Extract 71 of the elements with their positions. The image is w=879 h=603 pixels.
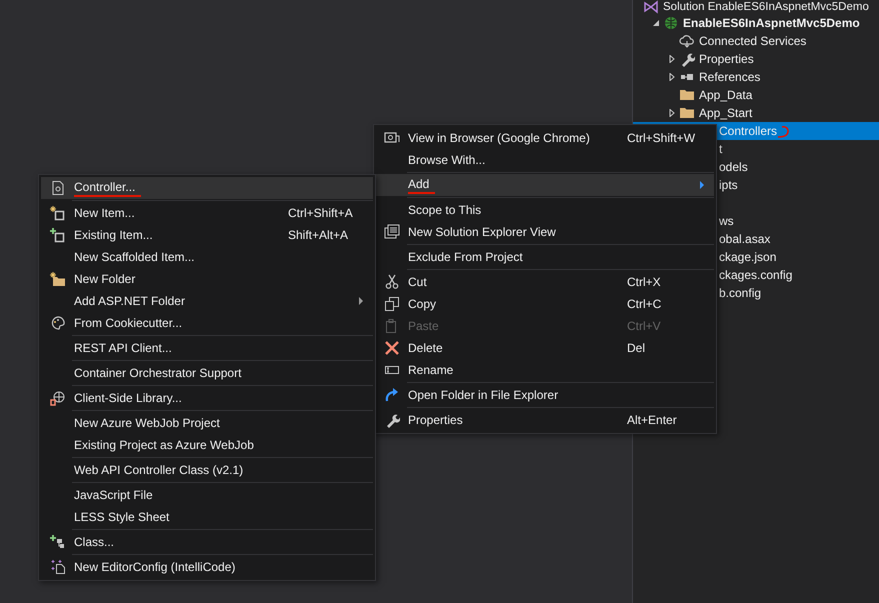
tree-item-label: Controllers [719, 124, 778, 138]
menu-item[interactable]: Class... [41, 531, 373, 553]
menu-item[interactable]: Rename [376, 359, 714, 381]
tree-item-label: odels [719, 160, 748, 174]
globe-icon [663, 15, 679, 31]
shortcut-label: Del [627, 341, 646, 355]
folder-icon [679, 87, 695, 103]
window-list-icon [384, 224, 400, 240]
globe-icon [50, 390, 66, 406]
menu-item[interactable]: Open Folder in File Explorer [376, 384, 714, 406]
shortcut-label: Alt+Enter [627, 413, 677, 427]
new-item-icon [50, 205, 66, 221]
menu-item[interactable]: New Scaffolded Item... [41, 246, 373, 268]
tree-item-label: ckage.json [719, 250, 776, 264]
menu-item[interactable]: Exclude From Project [376, 246, 714, 268]
menu-item[interactable]: JavaScript File [41, 484, 373, 506]
tree-item-label: obal.asax [719, 232, 770, 246]
new-folder-icon [50, 271, 66, 287]
shortcut-label: Shift+Alt+A [288, 228, 348, 242]
cloud-icon [679, 33, 695, 49]
menu-item[interactable]: Cut Ctrl+X [376, 271, 714, 293]
menu-item[interactable]: New Solution Explorer View [376, 221, 714, 243]
collapsed-arrow-icon[interactable] [668, 73, 676, 81]
menu-item[interactable]: Web API Controller Class (v2.1) [41, 459, 373, 481]
tree-item-label: ws [719, 214, 734, 228]
solution-icon [643, 0, 659, 15]
tree-item-label: ipts [719, 178, 738, 192]
add-item-icon [50, 227, 66, 243]
menu-item[interactable]: New Azure WebJob Project [41, 412, 373, 434]
shortcut-label: Ctrl+C [627, 297, 662, 311]
collapsed-arrow-icon[interactable] [668, 55, 676, 63]
menu-item[interactable]: Properties Alt+Enter [376, 409, 714, 431]
menu-item[interactable]: Controller... [41, 177, 373, 199]
menu-item[interactable]: Container Orchestrator Support [41, 362, 373, 384]
tree-item[interactable]: App_Start [699, 106, 752, 120]
tree-item[interactable]: References [699, 70, 760, 84]
menu-item[interactable]: Delete Del [376, 337, 714, 359]
class-icon [50, 534, 66, 550]
delete-icon [384, 340, 400, 356]
scissors-icon [384, 274, 400, 290]
menu-item[interactable]: From Cookiecutter... [41, 312, 373, 334]
new-file-icon [50, 559, 66, 575]
shortcut-label: Ctrl+X [627, 275, 661, 289]
shortcut-label: Ctrl+V [627, 319, 661, 333]
document-icon [50, 180, 66, 196]
tree-item[interactable]: Solution EnableES6InAspnetMvc5Demo [663, 0, 869, 14]
menu-item[interactable]: Client-Side Library... [41, 387, 373, 409]
palette-icon [50, 315, 66, 331]
shortcut-label: Ctrl+Shift+A [288, 206, 353, 220]
collapsed-arrow-icon[interactable] [668, 109, 676, 117]
copy-icon [384, 296, 400, 312]
redo-arrow-icon [384, 387, 400, 403]
tree-item-label: b.config [719, 286, 762, 300]
menu-item[interactable]: New Item... Ctrl+Shift+A [41, 202, 373, 224]
menu-item[interactable]: Existing Item... Shift+Alt+A [41, 224, 373, 246]
menu-item[interactable]: Scope to This [376, 199, 714, 221]
menu-item[interactable]: Add ASP.NET Folder [41, 290, 373, 312]
menu-item[interactable]: LESS Style Sheet [41, 506, 373, 528]
menu-item[interactable]: Add [376, 174, 714, 196]
menu-item[interactable]: Existing Project as Azure WebJob [41, 434, 373, 456]
tree-item[interactable]: App_Data [699, 88, 752, 102]
menu-item[interactable]: New Folder [41, 268, 373, 290]
tree-item[interactable]: Properties [699, 52, 754, 66]
tree-item-label: t [719, 142, 722, 156]
menu-item[interactable]: Copy Ctrl+C [376, 293, 714, 315]
expanded-arrow-icon[interactable] [652, 19, 660, 27]
tree-item[interactable]: Connected Services [699, 34, 806, 48]
tree-item[interactable]: EnableES6InAspnetMvc5Demo [683, 16, 860, 30]
menu-item[interactable]: New EditorConfig (IntelliCode) [41, 556, 373, 578]
menu-item[interactable]: REST API Client... [41, 337, 373, 359]
menu-item[interactable]: Browse With... [376, 149, 714, 171]
